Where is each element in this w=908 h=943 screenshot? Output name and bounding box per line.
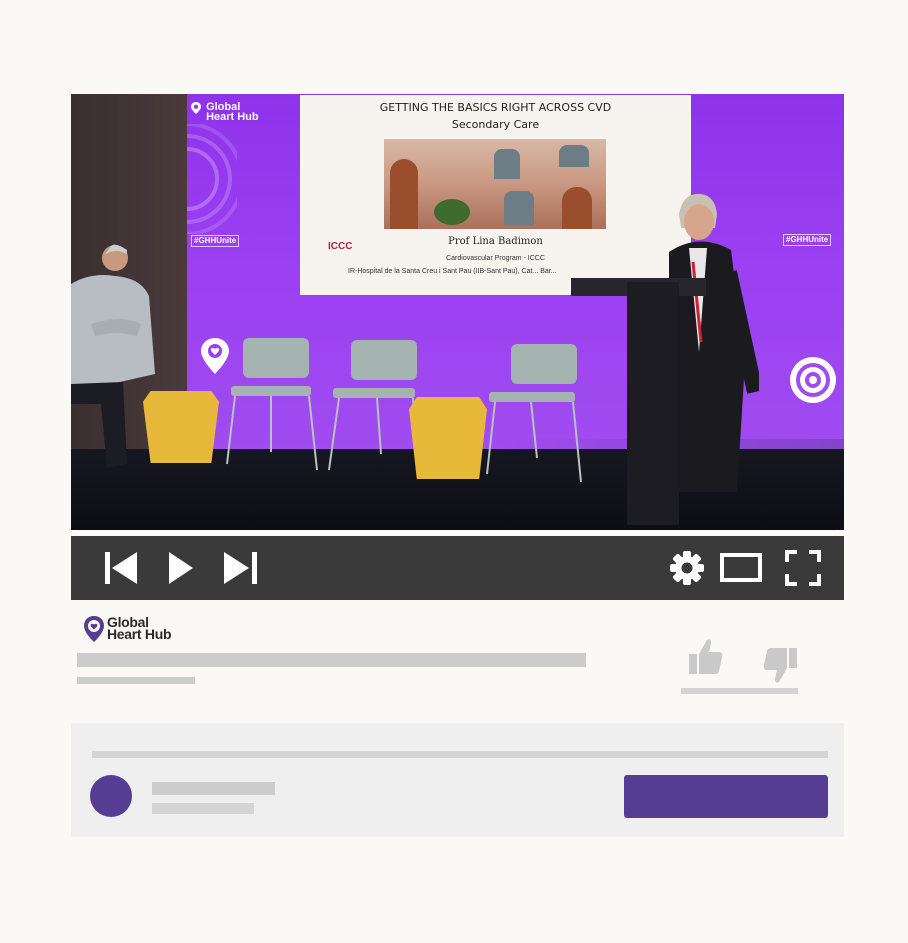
video-meta-placeholder [77, 677, 195, 684]
skip-previous-icon[interactable] [105, 552, 137, 584]
yellow-side-table [143, 391, 219, 463]
play-icon[interactable] [169, 552, 193, 584]
skip-next-icon[interactable] [224, 552, 257, 584]
username-placeholder [152, 782, 275, 795]
slide-program: Cardiovascular Program - ICCC [446, 255, 545, 262]
channel-name-line2: Heart Hub [107, 626, 172, 642]
wall-hashtag-right: #GHHUnite [783, 234, 832, 246]
slide-subtitle: Secondary Care [451, 118, 540, 131]
photo-window [504, 191, 534, 225]
seated-man-figure [71, 244, 155, 468]
video-card: Global Heart Hub #GHHUnite #GHHUnite GET… [71, 94, 844, 837]
presentation-slide: GETTING THE BASICS RIGHT ACROSS CVD Seco… [300, 95, 691, 295]
wall-hashtag-left: #GHHUnite [191, 235, 240, 247]
progress-bar[interactable] [78, 531, 834, 535]
slide-title: GETTING THE BASICS RIGHT ACROSS CVD [379, 101, 612, 114]
photo-plant [434, 199, 470, 225]
player-controls [71, 536, 844, 600]
avatar[interactable] [90, 775, 132, 817]
yellow-side-table [409, 397, 487, 479]
photo-door [562, 187, 592, 229]
photo-door [390, 159, 418, 229]
settings-gear-icon[interactable] [670, 551, 704, 585]
photo-window [559, 145, 589, 167]
channel-logo[interactable]: Global Heart Hub [84, 615, 172, 642]
fullscreen-icon[interactable] [785, 550, 821, 586]
target-graphic [790, 357, 836, 403]
slide-speaker-name: Prof Lina Badimon [448, 236, 543, 247]
slide-affiliation: IR-Hospital de la Santa Creu i Sant Pau … [348, 268, 557, 275]
video-frame[interactable]: Global Heart Hub #GHHUnite #GHHUnite GET… [71, 94, 844, 530]
subscribe-button[interactable] [624, 775, 828, 818]
thumbs-down-icon[interactable] [763, 648, 797, 684]
rating-bar [681, 688, 798, 694]
signal-arcs-graphic [187, 124, 237, 234]
heart-pin-icon [84, 616, 104, 642]
slide-photo [384, 139, 606, 229]
user-meta-placeholder [152, 803, 254, 814]
theater-mode-icon[interactable] [720, 553, 762, 582]
heart-pin-icon [191, 102, 201, 114]
wall-brand-line2: Heart Hub [206, 111, 259, 123]
photo-window [494, 149, 520, 179]
comment-header-placeholder [92, 751, 828, 758]
heart-pin-graphic [201, 338, 229, 374]
video-title-placeholder [77, 653, 586, 667]
lectern [627, 282, 679, 525]
thumbs-up-icon[interactable] [689, 638, 723, 674]
video-player[interactable]: Global Heart Hub #GHHUnite #GHHUnite GET… [71, 94, 844, 530]
wall-brand-logo: Global Heart Hub [191, 102, 259, 123]
